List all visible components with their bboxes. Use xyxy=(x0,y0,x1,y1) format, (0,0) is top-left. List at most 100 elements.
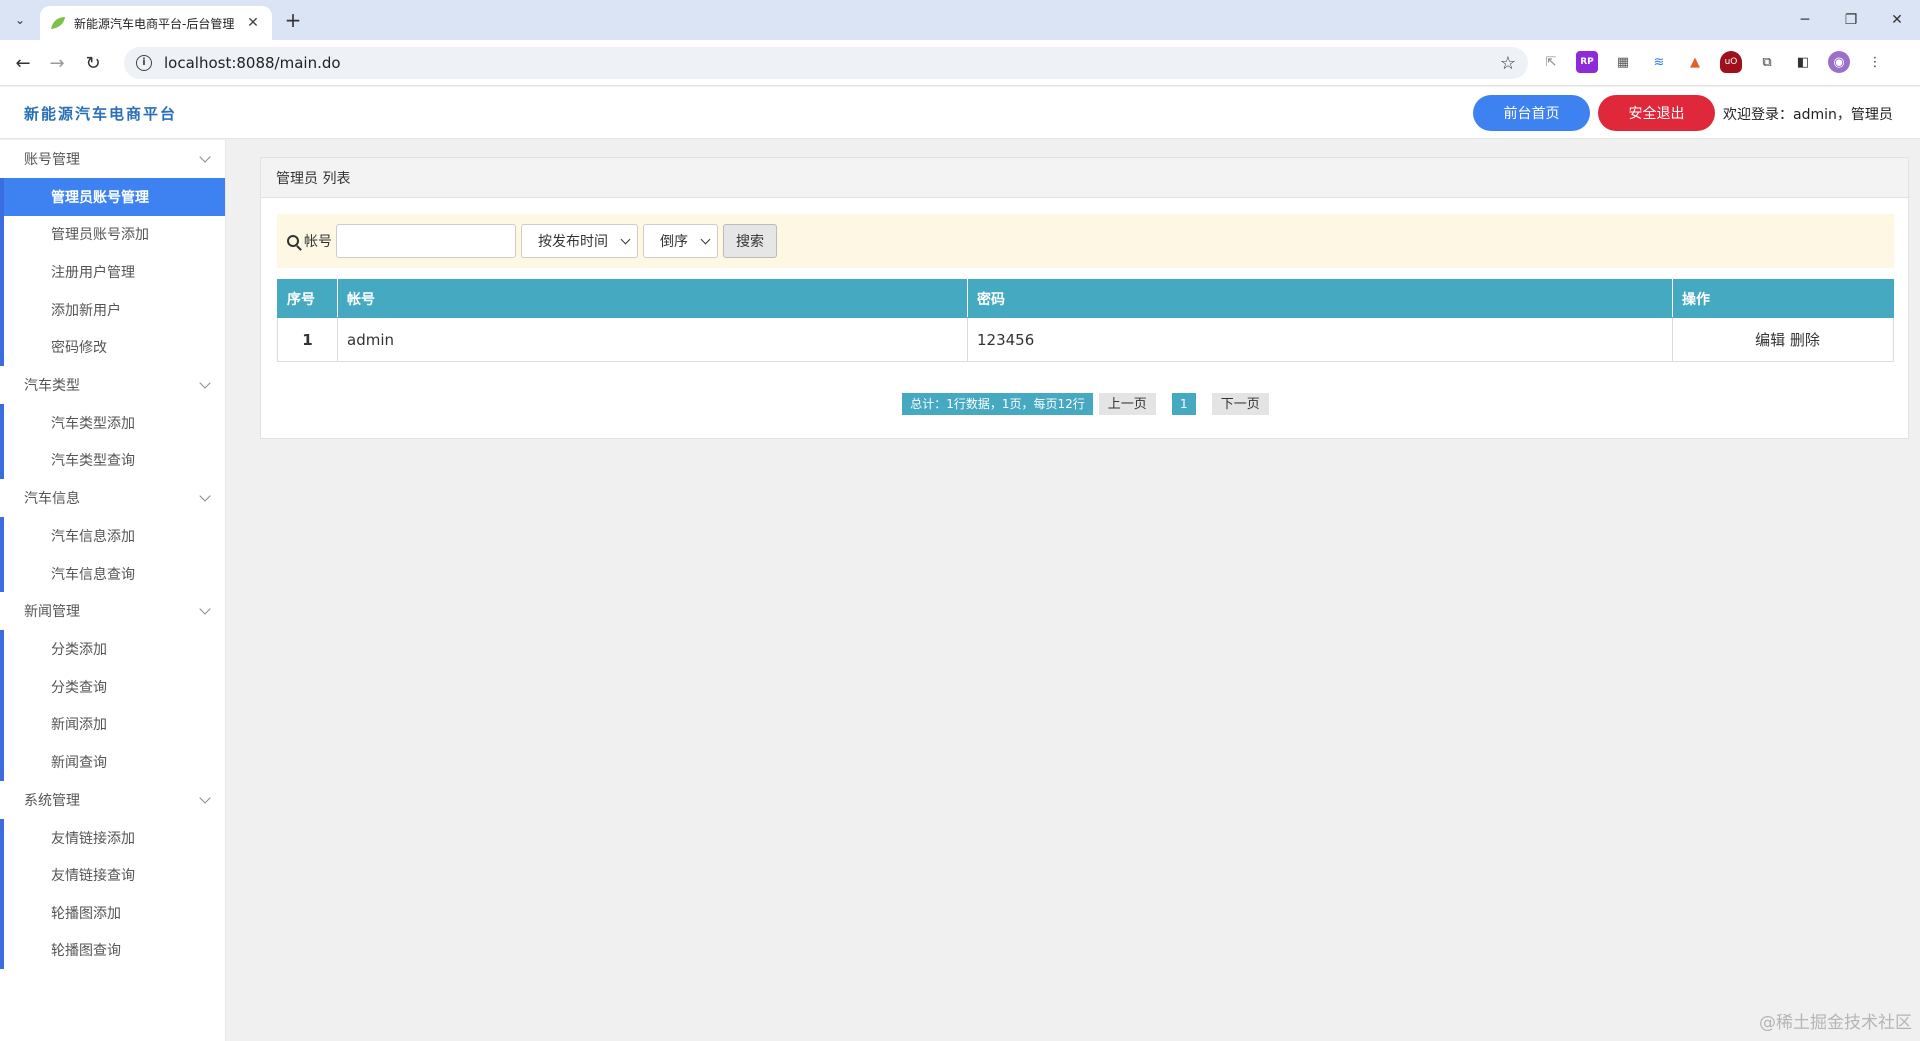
restore-icon[interactable]: ❐ xyxy=(1828,0,1874,40)
chevron-down-icon xyxy=(700,234,711,244)
nav-group-car-info: 汽车信息 汽车信息添加 汽车信息查询 xyxy=(0,479,225,593)
puzzle-extensions-icon[interactable]: ⧉ xyxy=(1756,51,1778,73)
address-bar[interactable]: i localhost:8088/main.do ☆ xyxy=(124,47,1528,79)
cell-index: 1 xyxy=(277,317,338,362)
search-bar: 帐号 按发布时间 倒序 搜索 xyxy=(277,214,1894,268)
tab-close-icon[interactable]: ✕ xyxy=(244,15,262,31)
edit-link[interactable]: 编辑 xyxy=(1755,331,1785,349)
column-header-password: 密码 xyxy=(967,279,1673,318)
sort-order-select[interactable]: 倒序 xyxy=(643,224,718,258)
nav-group-car-type: 汽车类型 汽车类型添加 汽车类型查询 xyxy=(0,366,225,480)
sort-order-value: 倒序 xyxy=(660,234,688,250)
sidebar-item-query-category[interactable]: 分类查询 xyxy=(4,668,225,706)
nav-group-title[interactable]: 系统管理 xyxy=(0,781,225,819)
sidebar-item-add-car-info[interactable]: 汽车信息添加 xyxy=(4,517,225,555)
welcome-text: 欢迎登录：admin，管理员 xyxy=(1723,107,1893,123)
chevron-down-icon xyxy=(199,377,211,389)
rp-extension-icon[interactable]: RP xyxy=(1576,51,1598,73)
browser-toolbar: ← → ↻ i localhost:8088/main.do ☆ ⇱ RP ▦ … xyxy=(0,40,1920,86)
app-header: 新能源汽车电商平台 前台首页 安全退出 欢迎登录：admin，管理员 xyxy=(0,87,1920,139)
browser-tabstrip: ⌄ 新能源汽车电商平台-后台管理 ✕ + ─ ❐ ✕ xyxy=(0,0,1920,40)
panel-title: 管理员 列表 xyxy=(261,158,1908,198)
nav-group-news: 新闻管理 分类添加 分类查询 新闻添加 新闻查询 xyxy=(0,592,225,781)
pagination-summary: 总计：1行数据，1页，每页12行 xyxy=(902,393,1093,415)
layers-extension-icon[interactable]: ≋ xyxy=(1648,51,1670,73)
browser-tab[interactable]: 新能源汽车电商平台-后台管理 ✕ xyxy=(40,6,272,40)
sidebar-item-admin-accounts[interactable]: 管理员账号管理 xyxy=(4,178,225,216)
tab-title: 新能源汽车电商平台-后台管理 xyxy=(74,16,235,31)
brand-title[interactable]: 新能源汽车电商平台 xyxy=(24,103,177,124)
account-label: 帐号 xyxy=(304,234,332,250)
cell-actions: 编辑 删除 xyxy=(1672,317,1894,362)
forward-icon[interactable]: → xyxy=(44,50,70,76)
search-icon xyxy=(287,235,299,247)
sidebar-item-query-news[interactable]: 新闻查询 xyxy=(4,743,225,781)
cell-password: 123456 xyxy=(967,317,1673,362)
current-page-number[interactable]: 1 xyxy=(1171,393,1196,415)
grid-extension-icon[interactable]: ▦ xyxy=(1612,51,1634,73)
chevron-down-icon xyxy=(620,234,631,244)
url-text: localhost:8088/main.do xyxy=(164,54,341,72)
sidebar-item-add-admin[interactable]: 管理员账号添加 xyxy=(4,216,225,254)
pagination: 总计：1行数据，1页，每页12行 上一页 1 下一页 xyxy=(261,393,1910,415)
sidebar: 账号管理 管理员账号管理 管理员账号添加 注册用户管理 添加新用户 密码修改 汽… xyxy=(0,140,226,1041)
column-header-account: 帐号 xyxy=(337,279,968,318)
tri-extension-icon[interactable]: ▲ xyxy=(1684,51,1706,73)
nav-group-title[interactable]: 新闻管理 xyxy=(0,592,225,630)
table-header-row: 序号 帐号 密码 操作 xyxy=(277,279,1894,318)
sidebar-item-add-news[interactable]: 新闻添加 xyxy=(4,706,225,744)
sort-field-select[interactable]: 按发布时间 xyxy=(521,224,638,258)
sort-field-value: 按发布时间 xyxy=(538,234,608,250)
reload-icon[interactable]: ↻ xyxy=(80,50,106,76)
nav-group-title[interactable]: 汽车类型 xyxy=(0,366,225,404)
sidebar-item-add-category[interactable]: 分类添加 xyxy=(4,630,225,668)
nav-group-title[interactable]: 汽车信息 xyxy=(0,479,225,517)
sidebar-item-add-user[interactable]: 添加新用户 xyxy=(4,291,225,329)
nav-group-account: 账号管理 管理员账号管理 管理员账号添加 注册用户管理 添加新用户 密码修改 xyxy=(0,140,225,366)
ublock-extension-icon[interactable]: uO xyxy=(1720,51,1742,73)
chevron-down-icon xyxy=(199,151,211,163)
nav-group-title[interactable]: 账号管理 xyxy=(0,140,225,178)
account-search-input[interactable] xyxy=(336,224,516,258)
column-header-actions: 操作 xyxy=(1672,279,1894,318)
profile-avatar-icon[interactable]: ◉ xyxy=(1828,51,1850,73)
admin-list-panel: 管理员 列表 帐号 按发布时间 倒序 搜索 序号 帐号 密码 操作 1 admi… xyxy=(260,157,1909,439)
next-page-button[interactable]: 下一页 xyxy=(1211,393,1269,415)
sidebar-item-registered-users[interactable]: 注册用户管理 xyxy=(4,253,225,291)
new-tab-icon[interactable]: + xyxy=(280,8,306,34)
leaf-favicon-icon xyxy=(50,15,66,31)
sidebar-item-add-link[interactable]: 友情链接添加 xyxy=(4,819,225,857)
cell-account: admin xyxy=(337,317,968,362)
chevron-down-icon xyxy=(199,603,211,616)
admin-table: 序号 帐号 密码 操作 1 admin 123456 编辑 删除 xyxy=(277,279,1894,362)
sidebar-item-query-link[interactable]: 友情链接查询 xyxy=(4,856,225,894)
bookmark-star-icon[interactable]: ☆ xyxy=(1500,53,1516,74)
sidebar-item-add-car-type[interactable]: 汽车类型添加 xyxy=(4,404,225,442)
sidebar-item-change-password[interactable]: 密码修改 xyxy=(4,328,225,366)
search-button[interactable]: 搜索 xyxy=(723,224,777,258)
minimize-icon[interactable]: ─ xyxy=(1782,0,1828,40)
chevron-down-icon xyxy=(199,792,211,804)
nav-group-system: 系统管理 友情链接添加 友情链接查询 轮播图添加 轮播图查询 xyxy=(0,781,225,970)
column-header-index: 序号 xyxy=(277,279,338,318)
window-controls: ─ ❐ ✕ xyxy=(1782,0,1920,40)
back-icon[interactable]: ← xyxy=(10,50,36,76)
front-home-button[interactable]: 前台首页 xyxy=(1473,95,1590,131)
watermark-text: @稀土掘金技术社区 xyxy=(1759,1013,1912,1033)
pointer-extension-icon[interactable]: ⇱ xyxy=(1540,51,1562,73)
sidebar-item-query-carousel[interactable]: 轮播图查询 xyxy=(4,932,225,970)
menu-kebab-icon[interactable]: ⋮ xyxy=(1864,51,1886,73)
chevron-down-icon xyxy=(199,490,211,502)
sidebar-item-query-car-info[interactable]: 汽车信息查询 xyxy=(4,555,225,593)
sidepanel-icon[interactable]: ◧ xyxy=(1792,51,1814,73)
site-info-icon[interactable]: i xyxy=(136,55,152,71)
logout-button[interactable]: 安全退出 xyxy=(1598,95,1715,131)
tab-search-icon[interactable]: ⌄ xyxy=(8,8,32,32)
table-row: 1 admin 123456 编辑 删除 xyxy=(277,317,1894,362)
delete-link[interactable]: 删除 xyxy=(1790,331,1820,349)
window-close-icon[interactable]: ✕ xyxy=(1874,0,1920,40)
extension-icons: ⇱ RP ▦ ≋ ▲ uO ⧉ ◧ ◉ ⋮ xyxy=(1540,51,1886,73)
sidebar-item-add-carousel[interactable]: 轮播图添加 xyxy=(4,894,225,932)
sidebar-item-query-car-type[interactable]: 汽车类型查询 xyxy=(4,442,225,480)
prev-page-button[interactable]: 上一页 xyxy=(1098,393,1156,415)
